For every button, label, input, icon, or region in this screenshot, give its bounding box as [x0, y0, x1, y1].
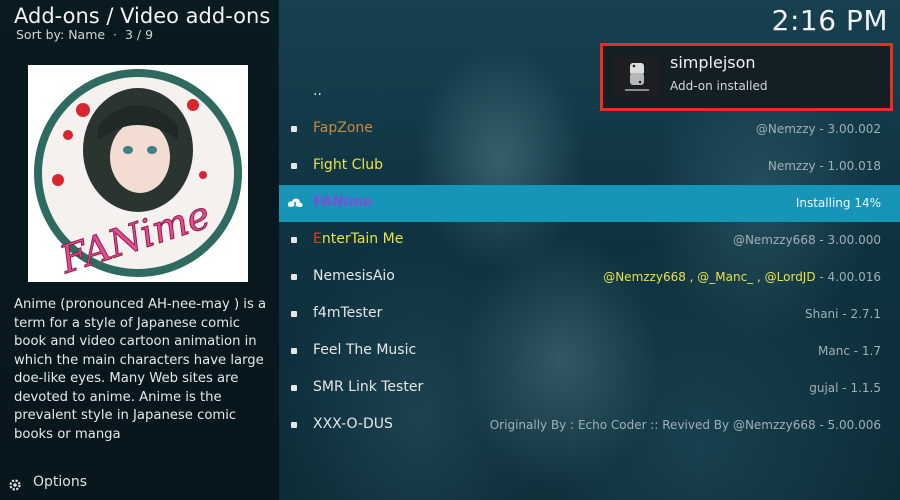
addon-list: .. FapZone @Nemzzy - 3.00.002 Fight Club…	[279, 0, 900, 500]
addon-meta: Originally By : Echo Coder :: Revived By…	[489, 418, 881, 432]
addon-meta: @Nemzzy668 - 3.00.000	[732, 233, 881, 247]
addon-name: FapZone	[313, 120, 373, 136]
bullet-icon	[291, 422, 297, 428]
list-item-nemesisaio[interactable]: NemesisAio @Nemzzy668 , @_Manc_ , @LordJ…	[279, 259, 900, 296]
list-item-fight-club[interactable]: Fight Club Nemzzy - 1.00.018	[279, 148, 900, 185]
item-position: 3 / 9	[124, 27, 154, 42]
addon-meta: Nemzzy - 1.00.018	[767, 159, 881, 173]
page-title: Add-ons / Video add-ons	[14, 4, 271, 28]
addon-name: Fight Club	[313, 157, 384, 173]
list-item-entertain-me[interactable]: EnterTain Me @Nemzzy668 - 3.00.000	[279, 222, 900, 259]
addon-name: SMR Link Tester	[313, 379, 424, 395]
list-item-fapzone[interactable]: FapZone @Nemzzy - 3.00.002	[279, 111, 900, 148]
options-label: Options	[33, 474, 88, 490]
list-item-smr-link-tester[interactable]: SMR Link Tester gujal - 1.1.5	[279, 370, 900, 407]
list-item-parent[interactable]: ..	[279, 77, 900, 114]
addon-description: Anime (pronounced AH-nee-may ) is a term…	[14, 297, 267, 442]
sort-label: Sort by: Name	[16, 27, 106, 42]
addon-artwork: FANime	[28, 65, 248, 283]
cloud-download-icon	[287, 196, 303, 215]
bullet-icon	[291, 385, 297, 391]
install-progress: Installing 14%	[795, 196, 881, 210]
sort-info: Sort by: Name · 3 / 9	[16, 27, 153, 42]
addon-name: Feel The Music	[313, 342, 417, 358]
list-item-fanime[interactable]: FANime Installing 14%	[279, 185, 900, 222]
bullet-icon	[291, 126, 297, 132]
addon-name: NemesisAio	[313, 268, 395, 284]
addon-meta: gujal - 1.1.5	[809, 381, 881, 395]
bullet-icon	[291, 274, 297, 280]
parent-folder-label: ..	[313, 83, 322, 99]
list-item-f4mtester[interactable]: f4mTester Shani - 2.7.1	[279, 296, 900, 333]
addon-name: EnterTain Me	[313, 231, 404, 247]
bullet-icon	[291, 237, 297, 243]
bullet-icon	[291, 348, 297, 354]
options-gear-icon	[8, 477, 22, 491]
addon-meta: Shani - 2.7.1	[804, 307, 881, 321]
sort-separator: ·	[109, 27, 121, 42]
addon-meta: @Nemzzy - 3.00.002	[755, 122, 881, 136]
addon-meta: @Nemzzy668 , @_Manc_ , @LordJD - 4.00.01…	[603, 270, 881, 284]
bullet-icon	[291, 163, 297, 169]
addon-meta: Manc - 1.7	[818, 344, 881, 358]
list-item-feel-the-music[interactable]: Feel The Music Manc - 1.7	[279, 333, 900, 370]
addon-name: FANime	[313, 194, 373, 210]
addon-name: XXX-O-DUS	[313, 416, 393, 432]
bullet-icon	[291, 311, 297, 317]
list-item-xxx-o-dus[interactable]: XXX-O-DUS Originally By : Echo Coder :: …	[279, 407, 900, 444]
addon-name: f4mTester	[313, 305, 383, 321]
